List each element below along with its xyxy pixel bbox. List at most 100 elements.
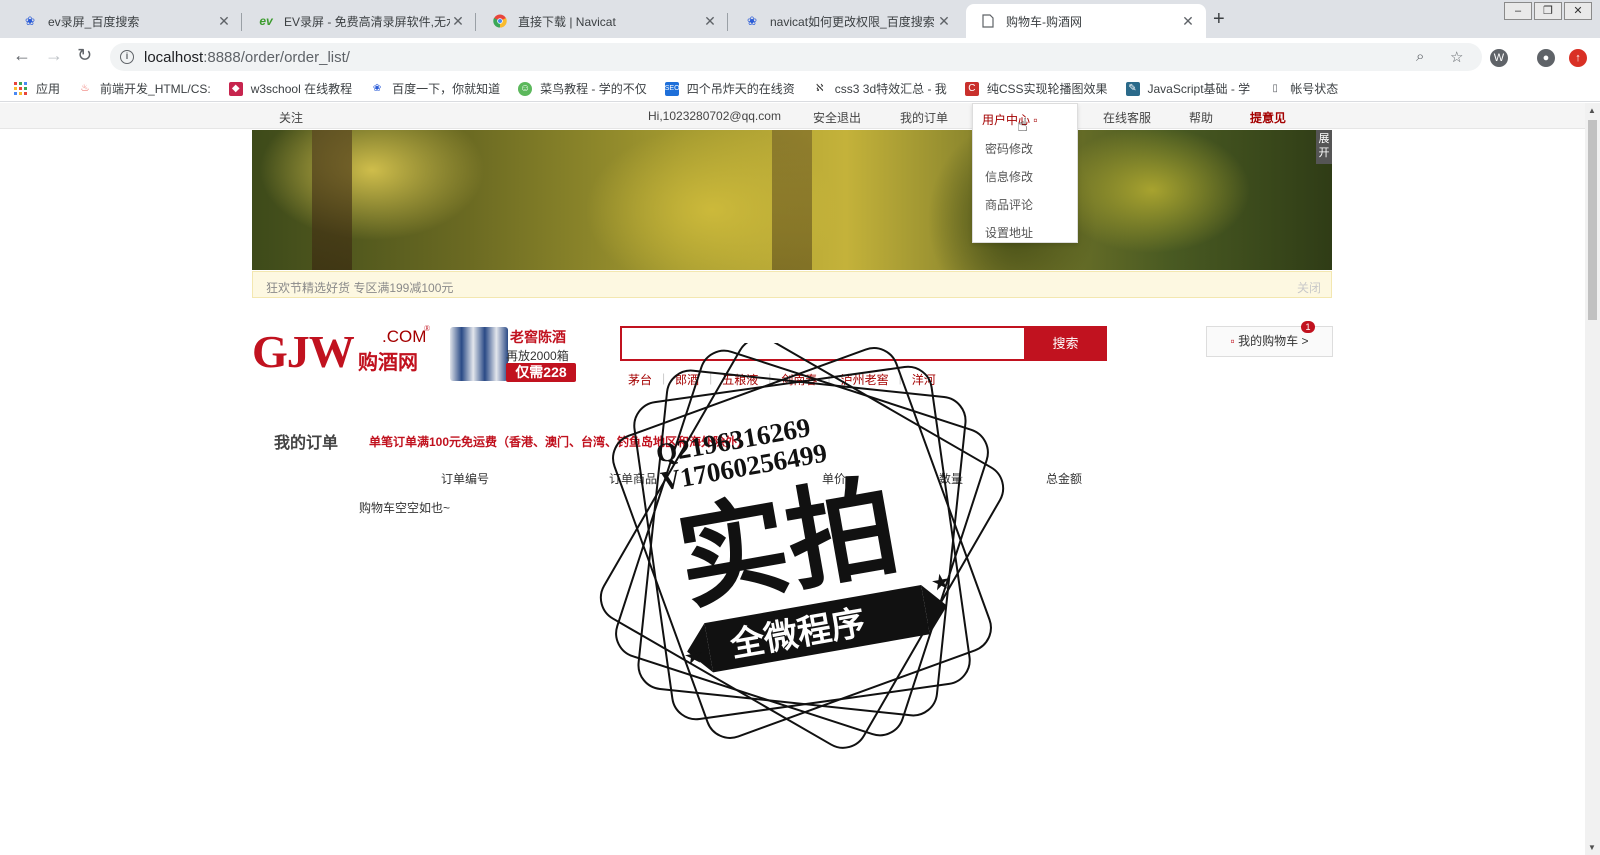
scroll-up-arrow-icon[interactable]: ▲ bbox=[1588, 106, 1596, 115]
logo-text: GJW bbox=[252, 326, 355, 377]
watermark-stamp: Q2196316269 V17060256499 实拍 全微程序 ★ ★ bbox=[592, 343, 1012, 753]
apps-grid-icon bbox=[14, 81, 28, 96]
extension-w-icon[interactable]: W bbox=[1490, 49, 1508, 67]
flame-icon: ♨ bbox=[80, 82, 90, 94]
cart-icon: ▫ bbox=[1230, 334, 1235, 348]
bookmark-label: 菜鸟教程 - 学的不仅 bbox=[540, 82, 647, 96]
bookmark-item[interactable]: 应用 bbox=[14, 80, 60, 97]
hotword-link[interactable]: 茅台 bbox=[628, 371, 652, 388]
empty-orders-message: 购物车空空如也~ bbox=[359, 501, 451, 515]
hot-keywords: 茅台 | 郎酒 | 五粮液 | 剑南春 | 泸州老窖 | 洋河 bbox=[628, 371, 936, 388]
profile-avatar-icon[interactable]: ● bbox=[1537, 49, 1555, 67]
bookmark-item[interactable]: ◆ w3school 在线教程 bbox=[228, 80, 352, 97]
close-icon[interactable]: ✕ bbox=[1180, 13, 1196, 30]
promo-ad[interactable]: 老窖陈酒 再放2000箱 仅需228 bbox=[450, 325, 576, 383]
page-title: 我的订单 bbox=[274, 435, 339, 452]
promo-subtitle: 再放2000箱 bbox=[506, 349, 569, 363]
minimize-icon[interactable]: – bbox=[1504, 2, 1532, 20]
logo-cn: 购酒网 bbox=[358, 350, 418, 374]
browser-tab[interactable]: ❀ ev录屏_百度搜索 ✕ bbox=[8, 4, 242, 38]
new-tab-plus-icon[interactable]: + bbox=[1213, 8, 1225, 31]
watermark-big-text: 实拍 bbox=[668, 461, 907, 625]
reload-icon[interactable]: ↻ bbox=[77, 45, 92, 66]
close-icon[interactable]: ✕ bbox=[702, 13, 718, 30]
bookmark-item[interactable]: ℵ css3 3d特效汇总 - 我 bbox=[813, 80, 947, 97]
menu-item-address[interactable]: 设置地址 bbox=[985, 224, 1033, 241]
close-icon[interactable]: ✕ bbox=[450, 13, 466, 30]
close-icon[interactable]: ✕ bbox=[216, 13, 232, 30]
feedback-link[interactable]: 提意见 bbox=[1250, 109, 1286, 126]
search-input[interactable] bbox=[622, 328, 1022, 359]
liquor-bottles-image bbox=[450, 327, 508, 381]
my-orders-link[interactable]: 我的订单 bbox=[900, 109, 948, 126]
window-close-icon[interactable]: ✕ bbox=[1564, 2, 1592, 20]
site-logo[interactable]: GJW .COM ® 购酒网 bbox=[252, 324, 430, 378]
menu-item-profile[interactable]: 信息修改 bbox=[985, 168, 1033, 185]
bookmark-item[interactable]: C 纯CSS实现轮播图效果 bbox=[964, 80, 1108, 97]
browser-toolbar: ← → ↻ i localhost:8888/order/order_list/… bbox=[0, 38, 1600, 76]
scrollbar-thumb[interactable] bbox=[1588, 120, 1597, 320]
chrome-icon bbox=[492, 13, 508, 29]
window-controls: – ❐ ✕ bbox=[1502, 2, 1592, 20]
back-arrow-icon[interactable]: ← bbox=[13, 45, 31, 66]
url-text[interactable]: localhost:8888/order/order_list/ bbox=[144, 49, 350, 66]
browser-tab[interactable]: 直接下载 | Navicat ✕ bbox=[478, 4, 728, 38]
page-icon bbox=[980, 13, 996, 29]
logout-link[interactable]: 安全退出 bbox=[813, 109, 861, 126]
promo-title: 老窖陈酒 bbox=[510, 329, 566, 345]
browser-tab[interactable]: ❀ navicat如何更改权限_百度搜索 ✕ bbox=[730, 4, 962, 38]
cart-label: 我的购物车 > bbox=[1238, 334, 1309, 348]
zoom-icon[interactable]: ⌕ bbox=[1416, 48, 1424, 65]
forward-arrow-icon[interactable]: → bbox=[45, 45, 63, 66]
menu-item-reviews[interactable]: 商品评论 bbox=[985, 196, 1033, 213]
tab-title: 购物车-购酒网 bbox=[1006, 14, 1082, 29]
restore-icon[interactable]: ❐ bbox=[1534, 2, 1562, 20]
column-header-quantity: 数量 bbox=[939, 472, 964, 486]
bookmark-item[interactable]: ☺ 菜鸟教程 - 学的不仅 bbox=[518, 80, 647, 97]
banner-expand-button[interactable]: 展开 bbox=[1316, 130, 1332, 164]
info-icon[interactable]: i bbox=[120, 50, 134, 64]
baidu-paw-icon: ❀ bbox=[746, 14, 758, 28]
hotword-link[interactable]: 五粮液 bbox=[722, 371, 758, 388]
hotword-link[interactable]: 剑南春 bbox=[781, 371, 817, 388]
logo-registered: ® bbox=[424, 324, 431, 333]
promo-notice-bar: 狂欢节精选好货 专区满199减100元 关闭 bbox=[252, 271, 1332, 298]
bookmark-label: css3 3d特效汇总 - 我 bbox=[834, 82, 947, 96]
runoob-icon: ☺ bbox=[518, 81, 533, 96]
search-button[interactable]: 搜索 bbox=[1024, 326, 1107, 361]
update-arrow-icon[interactable]: ↑ bbox=[1569, 49, 1587, 67]
logo-com: .COM bbox=[382, 327, 427, 346]
page-icon: ▯ bbox=[1272, 82, 1278, 94]
browser-tab-active[interactable]: 购物车-购酒网 ✕ bbox=[966, 4, 1206, 38]
bookmark-item[interactable]: ❀ 百度一下，你就知道 bbox=[370, 80, 500, 97]
online-service-link[interactable]: 在线客服 bbox=[1103, 109, 1151, 126]
bookmark-label: 纯CSS实现轮播图效果 bbox=[986, 82, 1108, 96]
page-scrollbar[interactable]: ▲ ▼ bbox=[1585, 103, 1600, 855]
help-link[interactable]: 帮助 bbox=[1189, 109, 1213, 126]
follow-link[interactable]: 关注 bbox=[279, 109, 303, 126]
notice-close-link[interactable]: 关闭 bbox=[1297, 279, 1321, 296]
bookmark-item[interactable]: ✎ JavaScript基础 - 学 bbox=[1125, 80, 1250, 97]
bookmark-item[interactable]: ▯ 帐号状态 bbox=[1268, 80, 1338, 97]
bookmark-label: 四个吊炸天的在线资 bbox=[686, 82, 795, 96]
bookmark-item[interactable]: ♨ 前端开发_HTML/CS: bbox=[78, 80, 211, 97]
js-icon: ✎ bbox=[1125, 81, 1140, 96]
hotword-link[interactable]: 郎酒 bbox=[675, 371, 699, 388]
banner-tree-trunk bbox=[312, 130, 352, 270]
url-path: :8888/order/order_list/ bbox=[203, 48, 350, 66]
close-icon[interactable]: ✕ bbox=[936, 13, 952, 30]
user-center-link[interactable]: 用户中心 ▫ bbox=[982, 111, 1038, 128]
browser-tab-strip: ❀ ev录屏_百度搜索 ✕ ev EV录屏 - 免费高清录屏软件,无水 ✕ 直接… bbox=[0, 0, 1600, 38]
site-top-bar: 关注 Hi,1023280702@qq.com 安全退出 我的订单 在线客服 帮… bbox=[0, 103, 1585, 129]
banner-tree-trunk bbox=[772, 130, 812, 270]
bookmark-star-icon[interactable]: ☆ bbox=[1450, 48, 1463, 66]
browser-tab[interactable]: ev EV录屏 - 免费高清录屏软件,无水 ✕ bbox=[244, 4, 476, 38]
hotword-link[interactable]: 洋河 bbox=[912, 371, 936, 388]
scroll-down-arrow-icon[interactable]: ▼ bbox=[1588, 843, 1596, 852]
menu-item-password[interactable]: 密码修改 bbox=[985, 140, 1033, 157]
my-cart-button[interactable]: ▫ 我的购物车 > bbox=[1206, 326, 1333, 357]
address-bar[interactable]: i localhost:8888/order/order_list/ ⌕ ☆ bbox=[110, 43, 1482, 71]
hotword-link[interactable]: 泸州老窖 bbox=[841, 371, 889, 388]
bookmark-item[interactable]: SEO 四个吊炸天的在线资 bbox=[664, 80, 795, 97]
column-header-items: 订单商品 bbox=[609, 472, 658, 486]
